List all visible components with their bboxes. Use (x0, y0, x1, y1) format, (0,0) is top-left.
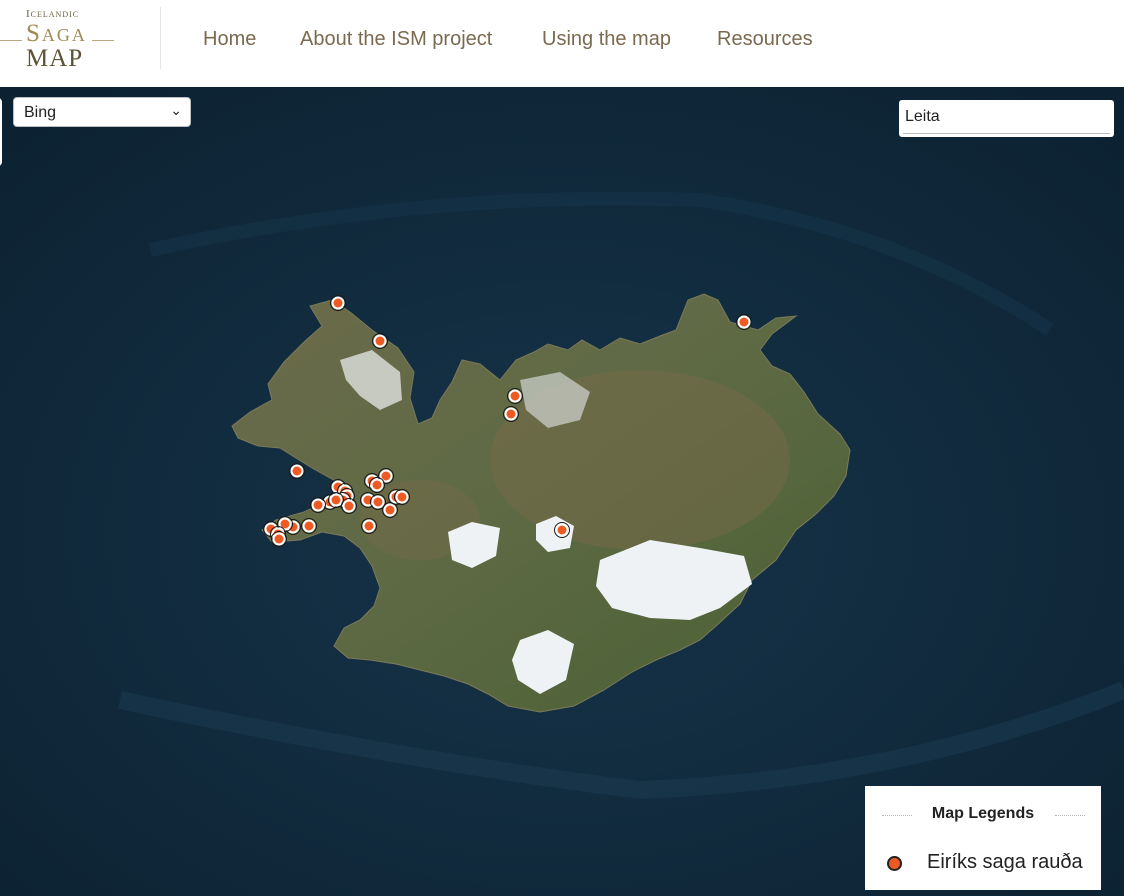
logo-rule-right (92, 40, 114, 41)
map-canvas[interactable]: Bing ⌄ Leita Map Legends Eiríks saga rau… (0, 87, 1124, 896)
map-legend: Map Legends Eiríks saga rauða (865, 786, 1101, 890)
basemap-select[interactable]: Bing ⌄ (13, 97, 191, 127)
site-logo[interactable]: Icelandic Saga MAP (0, 0, 118, 82)
search-input[interactable]: Leita (905, 108, 940, 126)
logo-line-3: MAP (26, 45, 84, 72)
saga-location-marker[interactable] (278, 517, 292, 531)
nav-about[interactable]: About the ISM project (300, 28, 492, 51)
logo-line-1: Icelandic (26, 8, 80, 20)
saga-location-marker[interactable] (508, 389, 522, 403)
nav-using-map[interactable]: Using the map (542, 28, 671, 51)
nav-resources[interactable]: Resources (717, 28, 813, 51)
header-divider (160, 7, 161, 69)
saga-location-marker[interactable] (370, 478, 384, 492)
saga-location-marker[interactable] (311, 498, 325, 512)
saga-location-marker[interactable] (272, 532, 286, 546)
legend-marker-icon (887, 856, 902, 871)
saga-location-marker[interactable] (383, 503, 397, 517)
saga-location-marker[interactable] (331, 296, 345, 310)
search-box[interactable]: Leita (899, 100, 1114, 137)
saga-location-marker[interactable] (362, 519, 376, 533)
logo-rule-left (0, 40, 22, 41)
nav-home[interactable]: Home (203, 28, 256, 51)
saga-location-marker[interactable] (329, 493, 343, 507)
layer-panel-edge[interactable] (0, 98, 2, 166)
basemap-select-value: Bing (24, 104, 57, 121)
saga-location-marker[interactable] (737, 315, 751, 329)
legend-rule-right (1055, 815, 1085, 816)
saga-location-marker[interactable] (504, 407, 518, 421)
search-underline (903, 133, 1110, 134)
legend-item-label: Eiríks saga rauða (927, 851, 1083, 873)
legend-title: Map Legends (931, 805, 1035, 822)
saga-location-marker[interactable] (371, 495, 385, 509)
satellite-map (0, 87, 1124, 896)
saga-location-marker[interactable] (302, 519, 316, 533)
saga-location-marker[interactable] (373, 334, 387, 348)
logo-line-2: Saga (26, 20, 87, 47)
saga-location-marker[interactable] (395, 490, 409, 504)
saga-location-marker[interactable] (290, 464, 304, 478)
saga-location-marker[interactable] (342, 499, 356, 513)
chevron-down-icon: ⌄ (170, 102, 182, 118)
saga-location-marker[interactable] (555, 523, 569, 537)
site-header: Icelandic Saga MAP Home About the ISM pr… (0, 0, 1124, 87)
